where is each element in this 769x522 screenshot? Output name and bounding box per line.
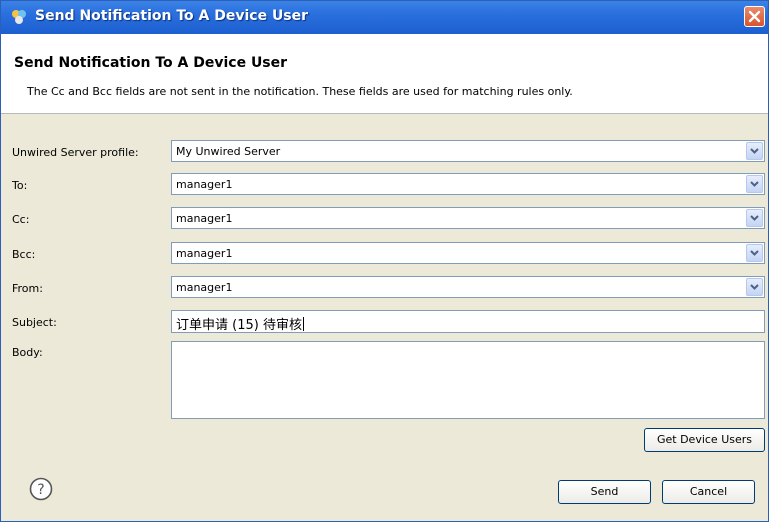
profile-select[interactable]: My Unwired Server: [171, 140, 765, 162]
to-dropdown-button[interactable]: [746, 175, 763, 193]
send-button[interactable]: Send: [558, 480, 651, 504]
header-description: The Cc and Bcc fields are not sent in th…: [27, 85, 573, 98]
subject-input[interactable]: 订单申请 (15) 待审核: [171, 310, 765, 333]
chevron-down-icon: [750, 181, 759, 187]
cc-label: Cc:: [12, 213, 30, 226]
from-value: manager1: [176, 281, 233, 294]
close-icon: [748, 10, 761, 23]
bcc-label: Bcc:: [12, 248, 36, 261]
subject-text: 订单申请 (15) 待审核: [176, 318, 302, 333]
text-caret: [302, 317, 304, 331]
from-select[interactable]: manager1: [171, 276, 765, 298]
bcc-select[interactable]: manager1: [171, 242, 765, 264]
bcc-dropdown-button[interactable]: [746, 244, 763, 262]
cc-dropdown-button[interactable]: [746, 209, 763, 227]
profile-dropdown-button[interactable]: [746, 142, 763, 160]
chevron-down-icon: [750, 215, 759, 221]
to-label: To:: [12, 179, 28, 192]
from-dropdown-button[interactable]: [746, 278, 763, 296]
chevron-down-icon: [750, 284, 759, 290]
help-icon[interactable]: ?: [29, 477, 53, 501]
to-value: manager1: [176, 178, 233, 191]
from-label: From:: [12, 282, 43, 295]
cc-select[interactable]: manager1: [171, 207, 765, 229]
profile-label: Unwired Server profile:: [12, 146, 139, 159]
chevron-down-icon: [750, 148, 759, 154]
app-icon: [12, 10, 26, 24]
body-label: Body:: [12, 346, 43, 359]
window-title: Send Notification To A Device User: [35, 8, 309, 24]
cc-value: manager1: [176, 212, 233, 225]
chevron-down-icon: [750, 250, 759, 256]
profile-value: My Unwired Server: [176, 145, 281, 158]
bcc-value: manager1: [176, 247, 233, 260]
cancel-button[interactable]: Cancel: [662, 480, 755, 504]
page-title: Send Notification To A Device User: [14, 55, 288, 71]
dialog-header: Send Notification To A Device User The C…: [1, 34, 768, 114]
get-device-users-button[interactable]: Get Device Users: [644, 428, 765, 452]
close-button[interactable]: [744, 6, 765, 27]
subject-label: Subject:: [12, 316, 57, 329]
title-bar[interactable]: Send Notification To A Device User: [1, 1, 768, 34]
svg-text:?: ?: [37, 482, 44, 498]
to-select[interactable]: manager1: [171, 173, 765, 195]
body-textarea[interactable]: [171, 341, 765, 419]
dialog-window: Send Notification To A Device User Send …: [0, 0, 769, 522]
subject-value: 订单申请 (15) 待审核: [176, 314, 304, 333]
